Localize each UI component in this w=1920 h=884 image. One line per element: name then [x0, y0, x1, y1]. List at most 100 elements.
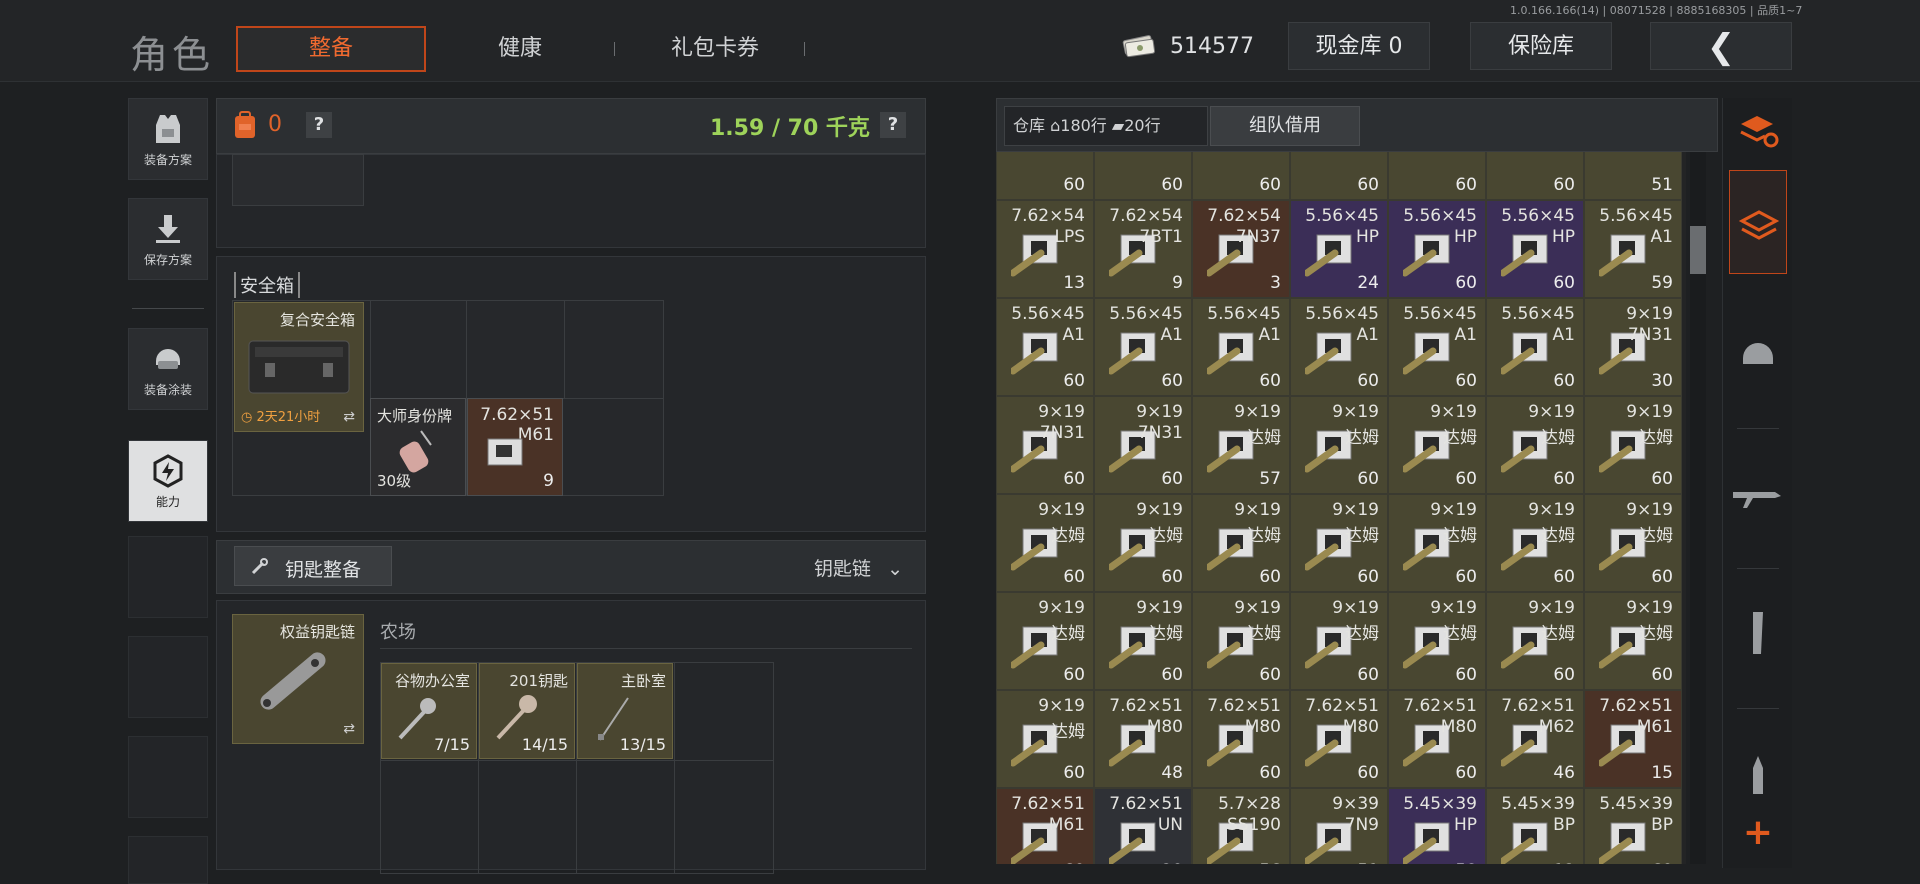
ammo-cell[interactable]: 9×397N9 51 [1290, 788, 1388, 864]
ammo-cell[interactable]: 5.56×45 A1 60 [996, 298, 1094, 396]
key-item[interactable]: 主卧室 13/15 [577, 663, 673, 759]
ammo-count: 58 [1455, 861, 1477, 864]
cash-vault-button[interactable]: 现金库 0 [1288, 22, 1430, 70]
warehouse-tab[interactable]: 仓库 ⌂180行 ▰20行 [1004, 106, 1208, 146]
ammo-cell[interactable]: 9×19 达姆 60 [1192, 592, 1290, 690]
ammo-count: 60 [1357, 371, 1379, 391]
ammo-cell[interactable]: 7.62×54 LPS 13 [996, 200, 1094, 298]
ammo-cell[interactable]: 5.56×45 HP 24 [1290, 200, 1388, 298]
ammo-cell[interactable]: 9×19 达姆 60 [1584, 396, 1682, 494]
filter-all[interactable] [1729, 170, 1787, 274]
tab-health[interactable]: 健康 [450, 26, 590, 72]
ammo-cell[interactable]: 5.7×28SS190 56 [1192, 788, 1290, 864]
key-item[interactable]: 谷物办公室 7/15 [381, 663, 477, 759]
ammo-cell[interactable]: 60 [1388, 152, 1486, 200]
backpack-icon [235, 111, 255, 138]
ammo-cell[interactable]: 9×19 达姆 60 [1584, 592, 1682, 690]
ammo-cell[interactable]: 7.62×51 M80 60 [1388, 690, 1486, 788]
ammo-cell[interactable]: 9×19 达姆 60 [1290, 494, 1388, 592]
ammo-cell[interactable]: 9×19 达姆 60 [1290, 592, 1388, 690]
tab-gift-cards[interactable]: 礼包卡券 [640, 26, 790, 72]
ammo-cell[interactable]: 5.56×45 A1 60 [1388, 298, 1486, 396]
rifle-filter-icon[interactable] [1723, 460, 1793, 530]
key-item[interactable]: 201钥匙 14/15 [479, 663, 575, 759]
ammo-cell[interactable]: 60 [1094, 152, 1192, 200]
team-borrow-button[interactable]: 组队借用 [1210, 106, 1360, 146]
weight-help-button[interactable]: ? [880, 112, 906, 138]
sidebar-gear-skin[interactable]: 装备涂装 [128, 328, 208, 410]
ammo-cell[interactable]: 9×19 7N31 30 [1584, 298, 1682, 396]
ammo-cell[interactable]: 5.56×45 A1 60 [1192, 298, 1290, 396]
help-button[interactable]: ? [306, 112, 332, 138]
ammo-caliber: 9×19 [1430, 598, 1477, 618]
tab-gear[interactable]: 整备 [236, 26, 426, 72]
back-button[interactable]: ❮ [1650, 22, 1792, 70]
ammo-cell[interactable]: 5.56×45 HP 60 [1388, 200, 1486, 298]
ammo-cell[interactable]: 9×19 达姆 60 [1584, 494, 1682, 592]
ammo-cell[interactable]: 9×19 达姆 60 [1486, 396, 1584, 494]
key-icon [251, 558, 268, 575]
ammo-count: 60 [1161, 469, 1183, 489]
helmet-filter-icon[interactable] [1723, 318, 1793, 388]
ammo-cell[interactable]: 9×19 达姆 60 [1192, 494, 1290, 592]
ammo-item[interactable]: 7.62×51 M61 9 [467, 398, 563, 496]
ammo-cell[interactable]: 60 [1290, 152, 1388, 200]
ammo-cell[interactable]: 9×19 达姆 60 [996, 494, 1094, 592]
ammo-cell[interactable]: 7.62×51 M80 48 [1094, 690, 1192, 788]
ammo-cell[interactable]: 7.62×54 7BT1 9 [1094, 200, 1192, 298]
ammo-cell[interactable]: 9×19 达姆 60 [996, 690, 1094, 788]
ammo-cell[interactable]: 9×19 达姆 60 [1388, 396, 1486, 494]
ammo-cell[interactable]: 5.45×39BP 60 [1584, 788, 1682, 864]
ammo-cell[interactable]: 9×19 达姆 60 [1388, 494, 1486, 592]
ammo-cell[interactable]: 7.62×51 M61 15 [1584, 690, 1682, 788]
backpack-slot[interactable] [232, 154, 364, 206]
ammo-cell[interactable]: 7.62×51 M80 60 [1290, 690, 1388, 788]
ammo-cell[interactable]: 5.56×45 HP 60 [1486, 200, 1584, 298]
sidebar-save-plan[interactable]: 保存方案 [128, 198, 208, 280]
ammo-cell[interactable]: 5.45×39BP 12 [1486, 788, 1584, 864]
keychain-item[interactable]: 权益钥匙链 ⇄ [232, 614, 364, 744]
bullet-filter-icon[interactable] [1723, 738, 1793, 808]
keys-loadout-button[interactable]: 钥匙整备 [234, 546, 392, 586]
ammo-cell[interactable]: 9×19 7N31 60 [1094, 396, 1192, 494]
ammo-cell[interactable]: 5.56×45 A1 60 [1486, 298, 1584, 396]
ammo-cell[interactable]: 7.62×51M61 60 [996, 788, 1094, 864]
ammo-count: 60 [1553, 371, 1575, 391]
ammo-cell[interactable]: 9×19 达姆 60 [1486, 494, 1584, 592]
ammo-cell[interactable]: 9×19 达姆 60 [1290, 396, 1388, 494]
ammo-variant: LPS [1054, 227, 1085, 247]
sort-refresh-icon[interactable] [1723, 98, 1793, 168]
keychain-dropdown[interactable]: 钥匙链 ⌄ [814, 554, 903, 581]
sidebar-loadout-plan[interactable]: 装备方案 [128, 98, 208, 180]
ammo-cell[interactable]: 60 [1192, 152, 1290, 200]
ammo-cell[interactable]: 7.62×51 M62 46 [1486, 690, 1584, 788]
ammo-cell[interactable]: 7.62×51UN 20 [1094, 788, 1192, 864]
ammo-cell[interactable]: 9×19 达姆 60 [1094, 592, 1192, 690]
ammo-variant: 达姆 [1247, 624, 1281, 644]
ammo-cell[interactable]: 5.45×39HP 58 [1388, 788, 1486, 864]
ammo-cell[interactable]: 9×19 达姆 60 [996, 592, 1094, 690]
add-filter-button[interactable]: + [1723, 812, 1793, 868]
ammo-cell[interactable]: 60 [996, 152, 1094, 200]
ammo-cell[interactable]: 5.56×45 A1 60 [1290, 298, 1388, 396]
secure-container-item[interactable]: 复合安全箱 ◷ 2天21小时 ⇄ [234, 302, 364, 432]
ammo-cell[interactable]: 60 [1486, 152, 1584, 200]
ammo-cell[interactable]: 9×19 达姆 60 [1486, 592, 1584, 690]
ammo-cell[interactable]: 7.62×54 7N37 3 [1192, 200, 1290, 298]
chevron-left-icon: ❮ [1706, 27, 1736, 67]
magazine-filter-icon[interactable] [1723, 598, 1793, 668]
sidebar-ability[interactable]: 能力 [128, 440, 208, 522]
ammo-cell[interactable]: 9×19 达姆 60 [1388, 592, 1486, 690]
scrollbar-thumb[interactable] [1690, 226, 1706, 274]
ammo-cell[interactable]: 9×19 达姆 57 [1192, 396, 1290, 494]
ammo-variant: 达姆 [1247, 428, 1281, 448]
ammo-cell[interactable]: 9×19 达姆 60 [1094, 494, 1192, 592]
insurance-vault-button[interactable]: 保险库 [1470, 22, 1612, 70]
master-dogtag-item[interactable]: 大师身份牌 30级 [370, 398, 466, 496]
swap-icon: ⇄ [343, 721, 355, 737]
ammo-cell[interactable]: 9×19 7N31 60 [996, 396, 1094, 494]
ammo-cell[interactable]: 5.56×45 A1 59 [1584, 200, 1682, 298]
ammo-cell[interactable]: 51 [1584, 152, 1682, 200]
ammo-cell[interactable]: 5.56×45 A1 60 [1094, 298, 1192, 396]
ammo-cell[interactable]: 7.62×51 M80 60 [1192, 690, 1290, 788]
